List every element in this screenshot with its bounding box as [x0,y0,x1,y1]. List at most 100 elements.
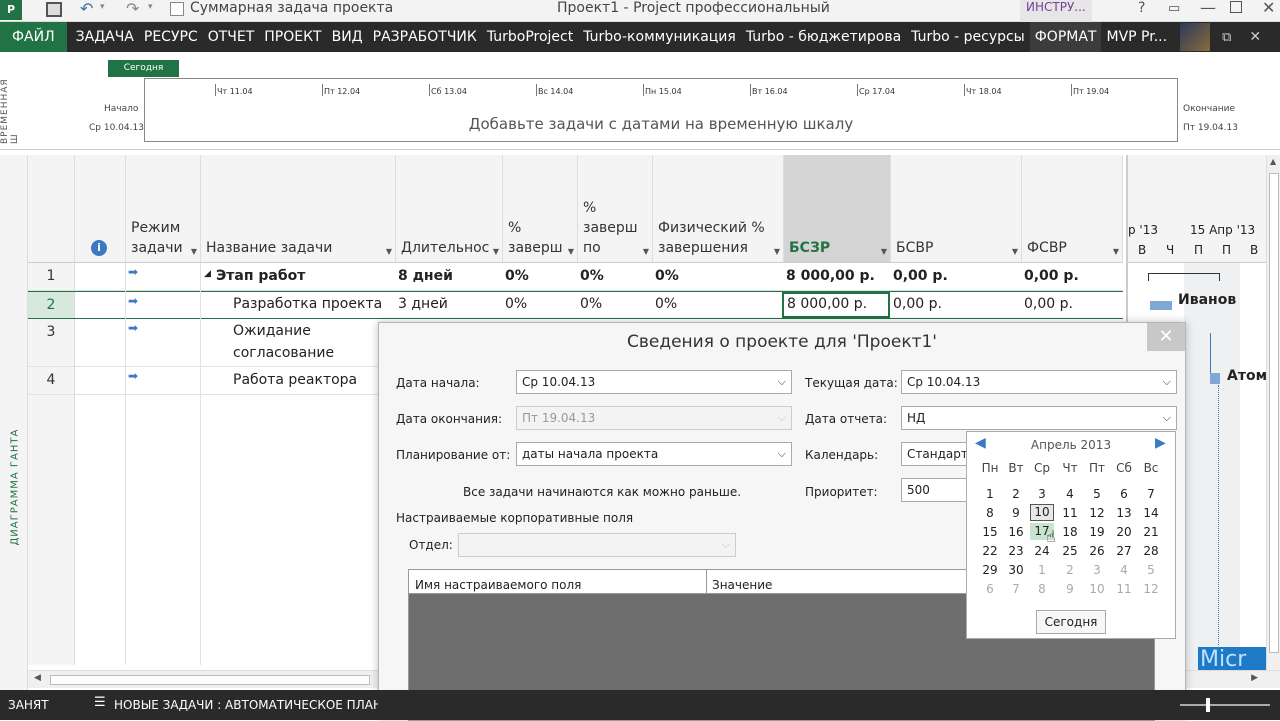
calendar-select[interactable]: Стандартн [901,442,967,466]
calendar-day[interactable]: 16 [1004,525,1028,539]
col-header-bcwp[interactable]: БСВР ▼ [891,155,1022,263]
col-header-mode[interactable]: Режим задачи ▼ [126,155,201,263]
calendar-day[interactable]: 15 [978,525,1002,539]
calendar-day[interactable]: 8 [1030,582,1054,596]
calendar-day[interactable]: 28 [1139,544,1163,558]
task-pct-work[interactable]: 0% [580,268,604,284]
help-icon[interactable]: ? [1138,0,1145,16]
calendar-day[interactable]: 3 [1030,487,1054,501]
col-header-bcws[interactable]: БСЗР ▼ [784,155,891,263]
minimize-icon[interactable]: — [1200,0,1216,17]
scroll-thumb[interactable] [1269,173,1279,653]
calendar-day[interactable]: 3 [1085,563,1109,577]
today-button[interactable]: Сегодня [1036,610,1106,634]
chevron-down-icon[interactable]: ▼ [643,247,649,256]
collapse-icon[interactable]: ◢ [204,269,211,279]
calendar-day[interactable]: 22 [978,544,1002,558]
calendar-day[interactable]: 12 [1085,506,1109,520]
calendar-day[interactable]: 27 [1112,544,1136,558]
tab-turbo-budget[interactable]: Turbo - бюджетирова [741,22,906,52]
tab-turbo-resources[interactable]: Turbo - ресурсы [906,22,1030,52]
zoom-slider[interactable] [1180,698,1270,712]
task-bcws-selected[interactable]: 8 000,00 р. [782,292,890,318]
project-app-icon[interactable]: P [0,0,22,20]
col-header-duration[interactable]: Длительнос ▼ [396,155,503,263]
chevron-down-icon[interactable]: ▼ [493,247,499,256]
calendar-day[interactable]: 9 [1058,582,1082,596]
calendar-day[interactable]: 6 [978,582,1002,596]
chevron-down-icon[interactable]: ▼ [568,247,574,256]
chevron-down-icon[interactable]: ▼ [774,247,780,256]
task-name[interactable]: Этап работ [216,268,305,284]
next-month-icon[interactable]: ▶ [1155,435,1166,451]
select-all-corner[interactable] [28,155,75,263]
close-document-icon[interactable]: ✕ [1249,29,1261,45]
tab-resource[interactable]: РЕСУРС [139,22,203,52]
chevron-down-icon[interactable]: ⌵ [1163,407,1171,429]
calendar-day[interactable]: 12 [1139,582,1163,596]
tab-project[interactable]: ПРОЕКТ [259,22,326,52]
calendar-day[interactable]: 5 [1139,563,1163,577]
calendar-day[interactable]: 20 [1112,525,1136,539]
calendar-day[interactable]: 6 [1112,487,1136,501]
restore-ribbon-icon[interactable]: ⧉ [1222,30,1231,45]
task-name-line1[interactable]: Ожидание [233,323,311,339]
close-window-icon[interactable]: ✕ [1262,0,1275,17]
col-header-name[interactable]: Название задачи ▼ [201,155,396,263]
task-pct[interactable]: 0% [505,268,529,284]
col-value[interactable]: Значение [712,578,772,592]
col-header-acwp[interactable]: ФСВР ▼ [1022,155,1123,263]
row-number[interactable]: 2 [28,292,75,318]
horizontal-scrollbar[interactable]: ◀ [28,670,380,688]
new-tasks-mode[interactable]: НОВЫЕ ЗАДАЧИ : АВТОМАТИЧЕСКОЕ ПЛАН [114,698,378,712]
task-name-line2[interactable]: согласование [233,345,334,361]
task-duration[interactable]: 8 дней [398,268,453,284]
row-number[interactable]: 3 [28,319,75,366]
col-header-pct-work[interactable]: % заверш по ▼ [578,155,653,263]
tab-view[interactable]: ВИД [327,22,368,52]
calendar-day[interactable]: 7 [1004,582,1028,596]
calendar-day[interactable]: 7 [1139,487,1163,501]
calendar-day[interactable]: 10 [1030,504,1054,521]
start-date-field[interactable]: Ср 10.04.13 ⌵ [516,370,792,394]
tab-developer[interactable]: РАЗРАБОТЧИК [368,22,482,52]
col-header-physical[interactable]: Физический % завершения ▼ [653,155,784,263]
qat-dropdown-icon[interactable]: ▾ [148,2,153,12]
scroll-left-icon[interactable]: ◀ [34,673,41,683]
tools-contextual-tab[interactable]: ИНСТРУ... [1020,0,1092,22]
current-date-field[interactable]: Ср 10.04.13 ⌵ [901,370,1177,394]
undo-dropdown-icon[interactable]: ▾ [100,2,105,12]
task-acwp[interactable]: 0,00 р. [1024,268,1079,284]
task-physical[interactable]: 0% [655,268,679,284]
vertical-scrollbar[interactable]: ▲ [1266,155,1280,670]
maximize-icon[interactable] [1230,1,1242,13]
calendar-day[interactable]: 2 [1058,563,1082,577]
status-date-field[interactable]: НД ⌵ [901,406,1177,430]
task-name[interactable]: Работа реактора [233,372,357,388]
summary-task-checkbox[interactable] [170,2,184,16]
undo-icon[interactable]: ↶ [80,0,93,18]
task-name[interactable]: Разработка проекта [233,296,382,312]
tab-task[interactable]: ЗАДАЧА [71,22,139,52]
tab-file[interactable]: ФАЙЛ [0,22,67,52]
task-duration[interactable]: 3 дней [398,296,448,312]
tab-turbo-communication[interactable]: Turbo-коммуникация [578,22,741,52]
scroll-thumb[interactable] [50,675,370,685]
task-pct[interactable]: 0% [505,296,527,312]
zoom-slider-thumb[interactable] [1206,698,1210,712]
new-tasks-icon[interactable]: ☰ [94,695,106,710]
calendar-day[interactable]: 10 [1085,582,1109,596]
col-header-indicators[interactable]: i [75,155,126,263]
ribbon-display-icon[interactable]: ▭ [1168,1,1180,16]
calendar-day[interactable]: 11 [1058,506,1082,520]
calendar-day[interactable]: 1 [1030,563,1054,577]
calendar-day[interactable]: 26 [1085,544,1109,558]
tab-mvp[interactable]: MVP Pr... [1101,22,1172,52]
calendar-day[interactable]: 24 [1030,544,1054,558]
table-row[interactable]: 1 ➡ ◢ Этап работ 8 дней 0% 0% 0% 8 000,0… [28,263,1123,291]
row-number[interactable]: 1 [28,263,75,290]
chevron-down-icon[interactable]: ▼ [386,247,392,256]
task-bar[interactable] [1150,301,1172,310]
calendar-day[interactable]: 25 [1058,544,1082,558]
calendar-day[interactable]: 30 [1004,563,1028,577]
